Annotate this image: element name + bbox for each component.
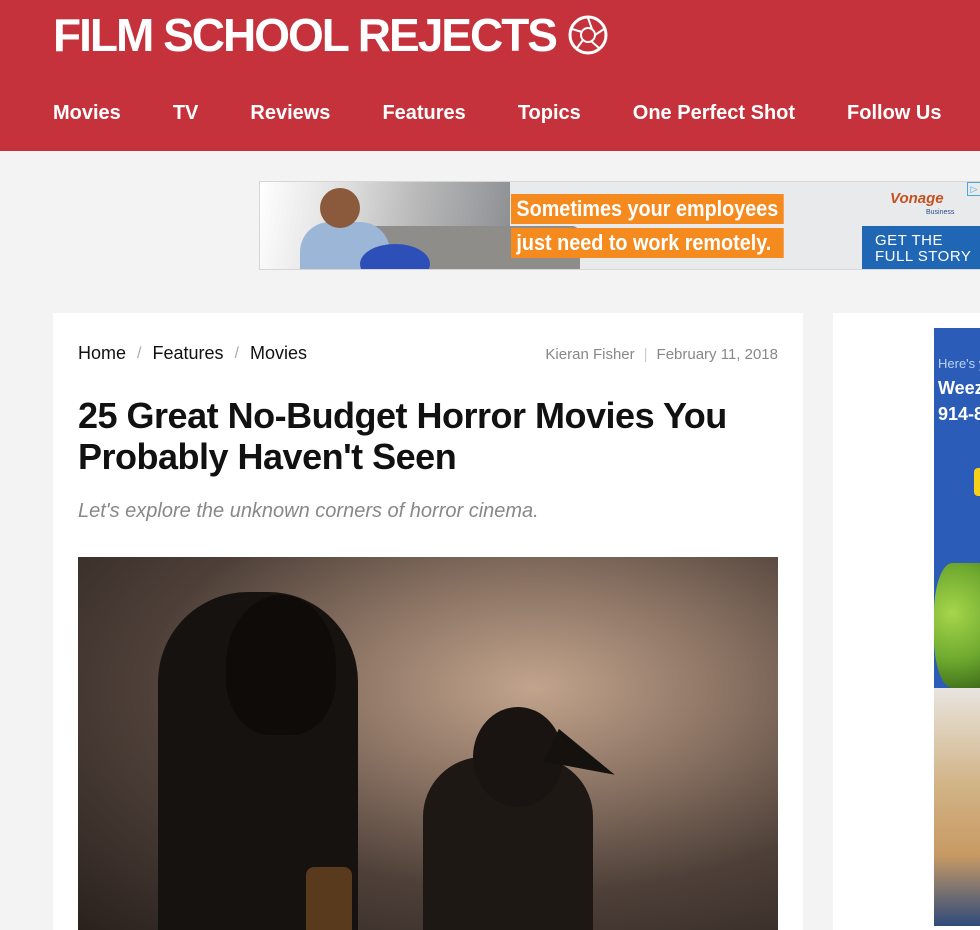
logo-text[interactable]: FILM SCHOOL REJECTS <box>53 8 558 62</box>
sidebar-ad-top: Here's y Weez 914-8 <box>934 328 980 688</box>
publish-date: February 11, 2018 <box>656 346 778 363</box>
site-header: FILM SCHOOL REJECTS Movies TV Reviews Fe… <box>0 0 980 151</box>
ad-cta-line-2: FULL STORY <box>875 248 972 265</box>
breadcrumb: Home / Features / Movies <box>78 343 307 364</box>
sidebar-ad-text-1: Here's y <box>938 356 980 371</box>
ad-brand-logo: Vonage <box>890 190 944 207</box>
article-dek: Let's explore the unknown corners of hor… <box>78 500 539 522</box>
ad-cta-button[interactable]: GET THE FULL STORY <box>862 226 980 269</box>
author-name[interactable]: Kieran Fisher <box>545 346 634 363</box>
byline-separator: | <box>643 346 648 363</box>
nav-item-one-perfect-shot[interactable]: One Perfect Shot <box>633 102 795 125</box>
sidebar-ad-text-2: Weez <box>938 378 980 398</box>
main-nav: Movies TV Reviews Features Topics One Pe… <box>53 96 980 130</box>
sidebar-ad[interactable]: Here's y Weez 914-8 <box>934 328 980 926</box>
byline: Kieran Fisher | February 11, 2018 <box>545 346 778 363</box>
camera-shutter-icon <box>568 15 608 55</box>
nav-item-topics[interactable]: Topics <box>518 102 581 125</box>
breadcrumb-separator: / <box>137 344 142 362</box>
site-logo[interactable]: FILM SCHOOL REJECTS <box>53 8 608 62</box>
ad-cta-line-1: GET THE <box>875 232 943 249</box>
ad-choices-icon[interactable]: ▷ <box>967 182 980 196</box>
sidebar-ad-photo <box>934 688 980 926</box>
article-card: Home / Features / Movies Kieran Fisher |… <box>53 313 803 930</box>
sidebar-ad-text-3: 914-8 <box>938 404 980 424</box>
breadcrumb-home[interactable]: Home <box>78 343 126 364</box>
ad-photo <box>260 182 580 269</box>
ad-brand-sub: Business <box>926 209 955 216</box>
top-banner-ad[interactable]: Sometimes your employees just need to wo… <box>259 181 980 270</box>
nav-item-features[interactable]: Features <box>382 102 465 125</box>
article-title: 25 Great No-Budget Horror Movies You Pro… <box>78 395 727 477</box>
gecko-mascot-image <box>934 563 980 688</box>
breadcrumb-features[interactable]: Features <box>152 343 223 364</box>
nav-item-follow-us[interactable]: Follow Us <box>847 102 941 125</box>
ad-headline: Sometimes your employees just need to wo… <box>511 194 814 258</box>
ad-headline-line-1: Sometimes your employees <box>511 194 784 224</box>
nav-item-reviews[interactable]: Reviews <box>250 102 330 125</box>
sidebar-ad-button[interactable] <box>974 468 980 496</box>
hero-figure-left-hood <box>226 595 336 735</box>
lantern <box>306 867 352 930</box>
hero-image <box>78 557 778 930</box>
breadcrumb-separator: / <box>234 344 239 362</box>
nav-item-movies[interactable]: Movies <box>53 102 121 125</box>
ad-person-head <box>320 188 360 228</box>
breadcrumb-movies[interactable]: Movies <box>250 343 307 364</box>
nav-item-tv[interactable]: TV <box>173 102 199 125</box>
ad-headline-line-2: just need to work remotely. <box>511 228 784 258</box>
